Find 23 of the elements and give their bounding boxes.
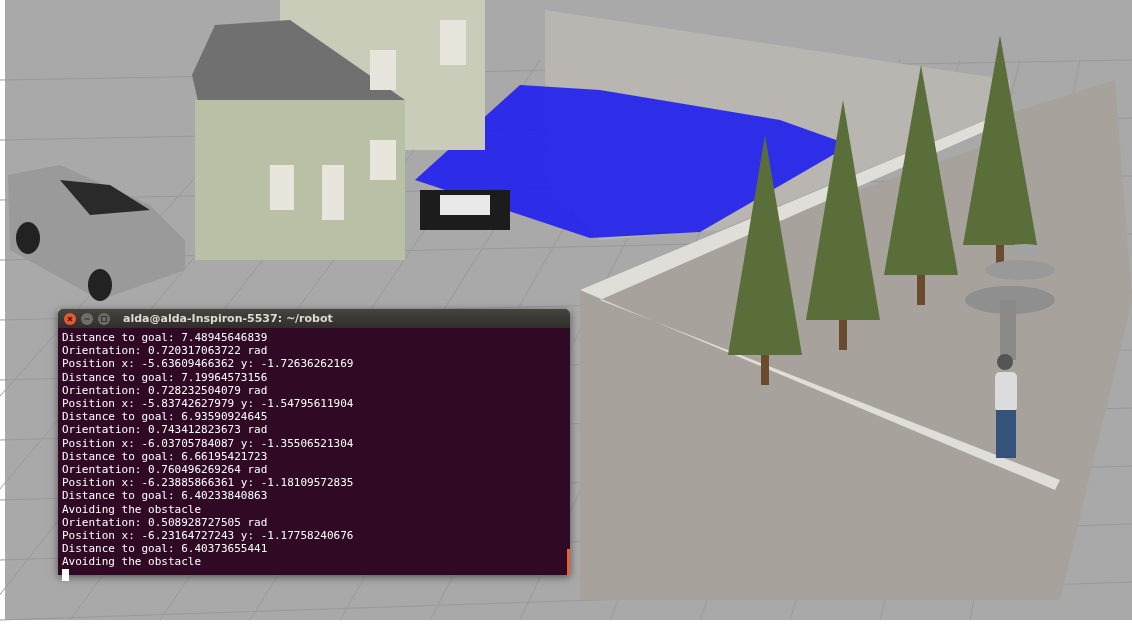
terminal-line: Orientation: 0.728232504079 rad: [62, 383, 268, 397]
terminal-line: Position x: -5.83742627979 y: -1.54795611904: [62, 397, 354, 411]
scrollbar-thumb[interactable]: [567, 549, 570, 575]
terminal-line: Orientation: 0.760496269264 rad: [62, 463, 268, 477]
terminal-line: Position x: -5.63609466362 y: -1.72636262169: [62, 357, 354, 371]
terminal-line: Distance to goal: 7.48945646839: [62, 331, 268, 345]
terminal-line: Orientation: 0.508928727505 rad: [62, 515, 268, 530]
terminal-line: Distance to goal: 6.93590924645: [62, 410, 268, 424]
terminal-line: Distance to goal: 6.40233840863: [62, 489, 268, 503]
terminal-line: Position x: -6.23885866361 y: -1.18109572835: [62, 476, 354, 490]
minimize-icon[interactable]: [81, 312, 93, 325]
terminal-line: Orientation: 0.720317063722 rad: [62, 344, 268, 358]
terminal-line: Distance to goal: 6.40373655441: [62, 542, 268, 556]
terminal-line: Position x: -6.23164727243 y: -1.17758240676: [62, 529, 354, 543]
close-icon[interactable]: [64, 312, 76, 325]
terminal-line: Orientation: 0.743412823673 rad: [62, 423, 268, 437]
terminal-line: Distance to goal: 6.66195421723: [62, 449, 268, 464]
terminal-line: Distance to goal: 7.19964573156: [62, 370, 268, 384]
maximize-icon[interactable]: [98, 312, 110, 325]
terminal-line: Position x: -6.03705784087 y: -1.35506521304: [62, 436, 354, 450]
window-title: alda@alda-Inspiron-5537: ~/robot: [123, 312, 333, 325]
terminal-line: Avoiding the obstacle: [62, 555, 202, 569]
terminal-line: Avoiding the obstacle: [62, 502, 202, 516]
